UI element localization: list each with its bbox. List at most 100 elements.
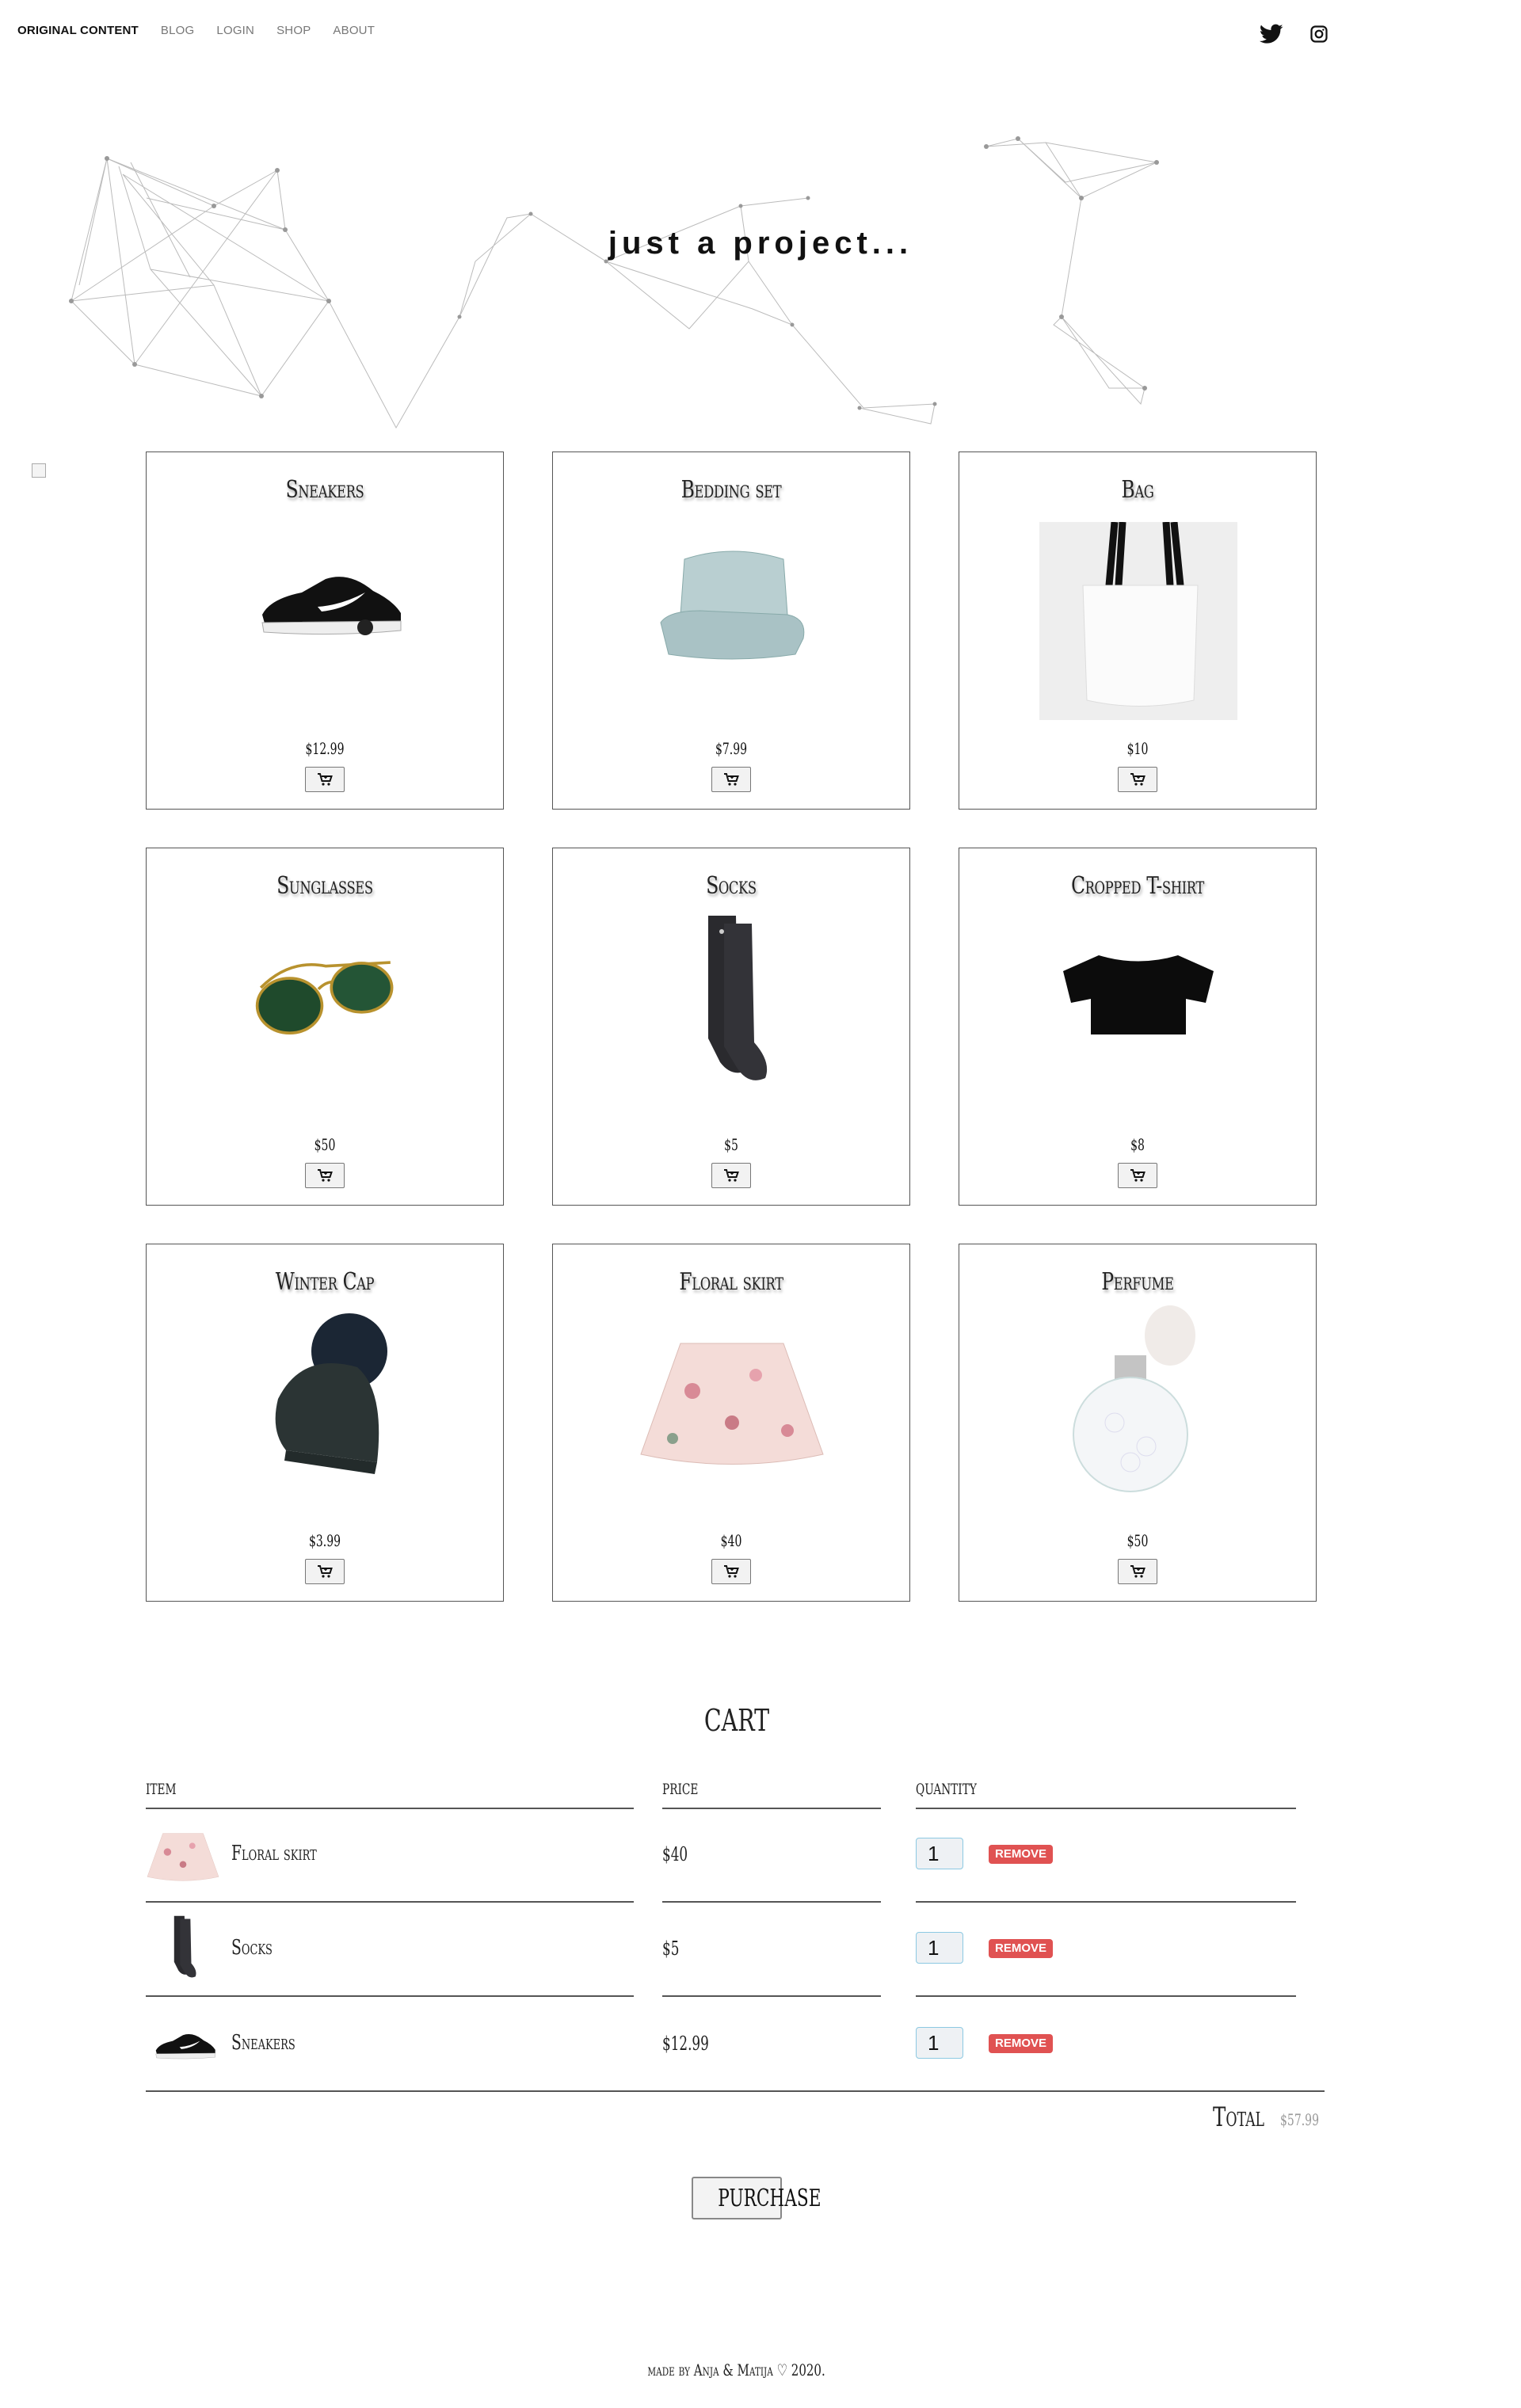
product-price: $50 xyxy=(314,1135,336,1154)
product-card: Sneakers $12.99 xyxy=(146,452,504,810)
divider xyxy=(916,1808,1296,1809)
purchase-label: PURCHASE xyxy=(718,2184,821,2212)
broken-image xyxy=(32,463,46,478)
product-name: Bag xyxy=(1121,476,1154,504)
hero-title: just a project... xyxy=(608,226,913,261)
product-price: $50 xyxy=(1126,1531,1149,1550)
product-price: $12.99 xyxy=(305,739,345,758)
cart-icon xyxy=(1130,1169,1146,1182)
sunglasses-image xyxy=(246,916,405,1074)
quantity-input[interactable] xyxy=(916,1838,963,1869)
divider xyxy=(146,1901,634,1903)
divider xyxy=(662,1901,881,1903)
quantity-input[interactable] xyxy=(916,1932,963,1964)
hero-banner: just a project... xyxy=(0,119,1521,452)
divider xyxy=(662,1808,881,1809)
product-card: Floral skirt $40 xyxy=(552,1244,910,1602)
divider xyxy=(146,1808,634,1809)
cart-icon xyxy=(1130,773,1146,786)
product-card: Socks $5 xyxy=(552,848,910,1206)
cart-header-price: PRICE xyxy=(662,1781,699,1798)
nav-blog[interactable]: BLOG xyxy=(161,24,194,37)
product-name: Sneakers xyxy=(285,476,364,504)
nav-login[interactable]: LOGIN xyxy=(216,24,254,37)
cart-icon xyxy=(318,1565,333,1578)
add-to-cart-button[interactable] xyxy=(1118,767,1157,792)
perfume-image xyxy=(1059,1305,1218,1492)
network-graph-decoration xyxy=(69,136,1159,429)
winter-cap-image xyxy=(246,1313,405,1474)
nav-brand[interactable]: ORIGINAL CONTENT xyxy=(17,24,139,37)
product-card: Winter Cap $3.99 xyxy=(146,1244,504,1602)
add-to-cart-button[interactable] xyxy=(711,1163,751,1188)
cart-header-quantity: QUANTITY xyxy=(916,1781,977,1798)
add-to-cart-button[interactable] xyxy=(711,1559,751,1584)
cart-icon xyxy=(318,1169,333,1182)
add-to-cart-button[interactable] xyxy=(711,767,751,792)
nav-about[interactable]: ABOUT xyxy=(333,24,375,37)
social-links xyxy=(1260,24,1328,44)
product-name: Socks xyxy=(706,872,757,900)
product-name: Bedding set xyxy=(680,476,782,504)
remove-button[interactable]: REMOVE xyxy=(989,1939,1054,1958)
product-name: Floral skirt xyxy=(679,1268,783,1296)
nav-shop[interactable]: SHOP xyxy=(276,24,311,37)
purchase-button[interactable]: PURCHASE xyxy=(692,2177,821,2219)
product-card: Bedding set $7.99 xyxy=(552,452,910,810)
sneaker-thumbnail xyxy=(146,2012,220,2075)
cart-item-name: Socks xyxy=(231,1936,273,1960)
add-to-cart-button[interactable] xyxy=(1118,1163,1157,1188)
cart-item-name: Sneakers xyxy=(231,2031,295,2055)
product-price: $40 xyxy=(720,1531,742,1550)
bedding-image xyxy=(653,520,811,678)
product-price: $10 xyxy=(1126,739,1149,758)
divider xyxy=(662,1995,881,1997)
cart-header-item: ITEM xyxy=(146,1781,177,1798)
sneaker-image xyxy=(246,520,405,678)
product-card: Cropped T-shirt $8 xyxy=(959,848,1317,1206)
product-card: Sunglasses $50 xyxy=(146,848,504,1206)
cart-icon xyxy=(724,1169,739,1182)
tshirt-image xyxy=(1059,916,1218,1074)
divider xyxy=(146,1995,634,1997)
instagram-icon[interactable] xyxy=(1310,25,1328,43)
socks-thumbnail xyxy=(146,1915,220,1979)
product-name: Perfume xyxy=(1101,1268,1174,1296)
tote-bag-image xyxy=(1039,522,1237,720)
product-price: $7.99 xyxy=(715,739,748,758)
socks-image xyxy=(653,916,811,1080)
cart-icon xyxy=(318,773,333,786)
add-to-cart-button[interactable] xyxy=(305,1163,345,1188)
add-to-cart-button[interactable] xyxy=(305,767,345,792)
skirt-image xyxy=(637,1320,827,1478)
divider xyxy=(916,1901,1296,1903)
add-to-cart-button[interactable] xyxy=(305,1559,345,1584)
add-to-cart-button[interactable] xyxy=(1118,1559,1157,1584)
remove-button[interactable]: REMOVE xyxy=(989,2034,1054,2053)
cart-icon xyxy=(1130,1565,1146,1578)
product-price: $8 xyxy=(1130,1135,1145,1154)
divider xyxy=(916,1995,1296,1997)
product-name: Winter Cap xyxy=(275,1268,375,1296)
cart-total-label: Total xyxy=(1213,2101,1265,2133)
product-price: $5 xyxy=(724,1135,738,1154)
cart-item-price: $12.99 xyxy=(662,2033,709,2055)
remove-button[interactable]: REMOVE xyxy=(989,1845,1054,1864)
cart-item-price: $5 xyxy=(662,1937,680,1960)
product-card: Perfume $50 xyxy=(959,1244,1317,1602)
cart-item-name: Floral skirt xyxy=(231,1842,317,1865)
footer: made by Anja & Matija ♡ 2020. xyxy=(0,2360,1473,2379)
cart-item-price: $40 xyxy=(662,1843,688,1865)
product-name: Cropped T-shirt xyxy=(1071,872,1204,900)
footer-text: made by Anja & Matija ♡ 2020. xyxy=(647,2360,826,2379)
skirt-thumbnail xyxy=(146,1823,220,1887)
cart-total-value: $57.99 xyxy=(1280,2110,1319,2129)
divider xyxy=(146,2090,1325,2092)
product-price: $3.99 xyxy=(308,1531,341,1550)
cart-icon xyxy=(724,773,739,786)
quantity-input[interactable] xyxy=(916,2027,963,2059)
product-name: Sunglasses xyxy=(276,872,373,900)
top-nav: ORIGINAL CONTENT BLOG LOGIN SHOP ABOUT xyxy=(17,24,375,37)
cart-icon xyxy=(724,1565,739,1578)
twitter-icon[interactable] xyxy=(1260,24,1283,44)
